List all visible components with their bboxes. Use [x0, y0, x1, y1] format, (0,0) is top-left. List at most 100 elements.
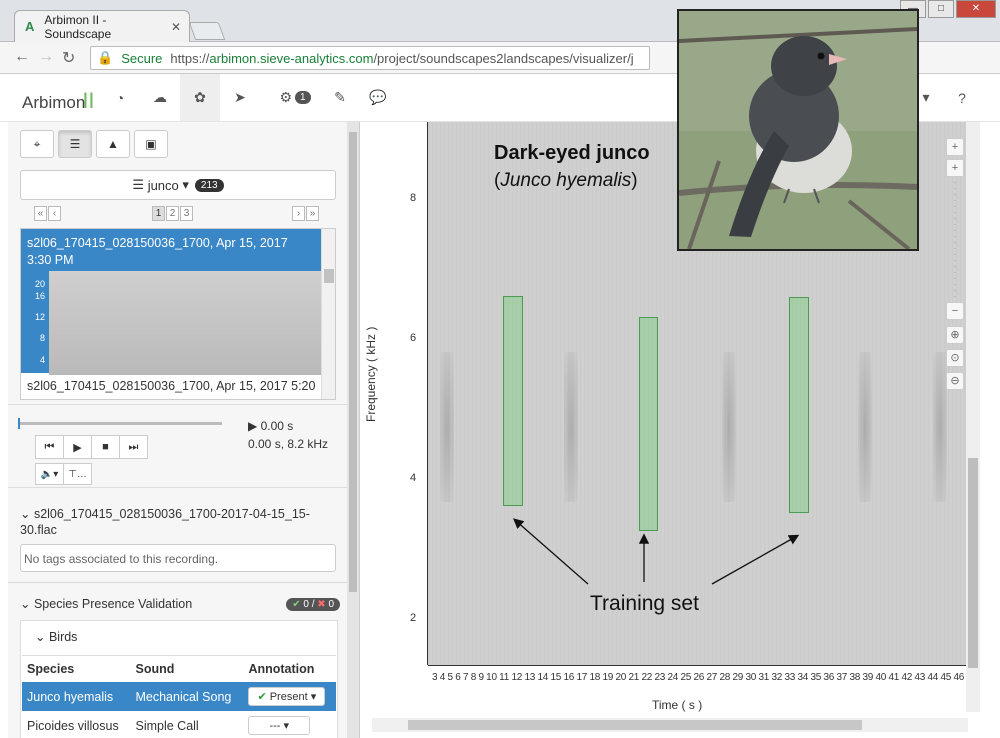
- caret-down-icon: ▾: [178, 177, 189, 192]
- url-input[interactable]: 🔒 Secure https://arbimon.sieve-analytics…: [90, 46, 650, 70]
- recording-thumbnail[interactable]: [49, 271, 321, 375]
- y-tick: 4: [410, 472, 417, 484]
- thumb-tick: 8: [39, 333, 45, 343]
- y-axis: [420, 122, 428, 665]
- validation-title: Species Presence Validation: [33, 597, 193, 611]
- present-count: 0: [303, 599, 309, 610]
- playlist-count-badge: 213: [194, 178, 224, 192]
- comments-nav-icon[interactable]: 💬: [358, 74, 398, 121]
- annotation-value: ---: [269, 720, 281, 732]
- new-tab-button[interactable]: [188, 22, 226, 40]
- add-icon[interactable]: +: [946, 138, 964, 156]
- page-1-button[interactable]: 1: [152, 206, 165, 221]
- training-roi[interactable]: [638, 317, 659, 531]
- stop-icon[interactable]: ■: [91, 435, 120, 459]
- junco-illustration: [679, 11, 917, 249]
- next-page-icon[interactable]: ›: [292, 206, 305, 221]
- last-page-icon[interactable]: »: [306, 206, 319, 221]
- skip-back-icon[interactable]: ⏮: [35, 435, 64, 459]
- annotation-dropdown[interactable]: ✔ Present ▾: [248, 687, 326, 706]
- scroll-thumb[interactable]: [324, 269, 334, 283]
- species-cell: Picoides villosus: [27, 718, 119, 733]
- scroll-thumb[interactable]: [408, 720, 862, 730]
- magnify-icon[interactable]: ⊙: [946, 349, 964, 367]
- col-annotation: Annotation: [243, 655, 336, 682]
- crop-icon[interactable]: ▣: [134, 130, 168, 158]
- list-icon[interactable]: ☰: [58, 130, 92, 158]
- maximize-icon[interactable]: □: [928, 0, 954, 18]
- training-roi[interactable]: [503, 296, 523, 506]
- chevron-down-icon: ⌄: [35, 630, 49, 644]
- dashboard-nav-icon[interactable]: ◔: [100, 74, 140, 121]
- species-validation-header[interactable]: ⌄ Species Presence Validation ✔ 0 / ✖ 0: [20, 596, 340, 611]
- reload-icon[interactable]: ↻: [62, 48, 75, 68]
- tab-title: Arbimon II - Soundscape: [44, 12, 112, 41]
- playlist-selector-button[interactable]: ☰ junco ▾ 213: [20, 170, 336, 200]
- thumb-tick: 12: [34, 312, 45, 322]
- forward-icon[interactable]: →: [38, 48, 54, 66]
- settings-nav-icon[interactable]: ✎: [320, 74, 360, 121]
- skip-forward-icon[interactable]: ⏭: [119, 435, 148, 459]
- brand-logo[interactable]: ArbimonII: [22, 88, 95, 114]
- zoom-in-icon[interactable]: +: [946, 159, 964, 177]
- first-page-icon[interactable]: «: [34, 206, 47, 221]
- y-tick: 8: [410, 192, 417, 204]
- table-row[interactable]: Picoides villosus Simple Call --- ▾: [22, 711, 336, 738]
- absent-count: 0: [328, 599, 334, 610]
- scroll-thumb[interactable]: [349, 132, 357, 592]
- back-icon[interactable]: ←: [14, 48, 30, 66]
- page-3-button[interactable]: 3: [180, 206, 193, 221]
- scroll-thumb[interactable]: [968, 458, 978, 668]
- chevron-down-icon: ⌄: [20, 507, 34, 521]
- col-species: Species: [22, 655, 131, 682]
- x-tick-labels: 3 4 5 6 7 8 9 10 11 12 13 14 15 16 17 18…: [432, 672, 966, 683]
- zoom-out-icon[interactable]: −: [946, 302, 964, 320]
- send-nav-icon[interactable]: ➤: [220, 74, 260, 121]
- annotation-dropdown[interactable]: --- ▾: [248, 716, 311, 735]
- audio-options-buttons: 🔈▾ ⊤…: [35, 463, 92, 485]
- y-tick: 2: [410, 612, 417, 624]
- close-window-icon[interactable]: ✕: [956, 0, 996, 18]
- volume-icon[interactable]: 🔈▾: [35, 463, 64, 485]
- recording-item[interactable]: s2l06_170415_028150036_1700, Apr 15, 201…: [27, 379, 315, 393]
- recording-file-name[interactable]: ⌄ s2l06_170415_028150036_1700-2017-04-15…: [20, 506, 340, 538]
- magnify-plus-icon[interactable]: ⊕: [946, 326, 964, 344]
- jobs-nav-icon[interactable]: ⚙ 1: [270, 74, 320, 121]
- close-tab-icon[interactable]: ✕: [171, 20, 181, 34]
- brand-name: Arbimon: [22, 93, 86, 112]
- recording-list-scrollbar[interactable]: [321, 229, 335, 399]
- birds-group-panel: ⌄ Birds Species Sound Annotation Junco h…: [20, 620, 338, 738]
- file-name-text: s2l06_170415_028150036_1700-2017-04-15_1…: [20, 507, 310, 537]
- annotation-cell: --- ▾: [243, 711, 336, 738]
- map-pin-icon[interactable]: ⌖: [20, 130, 54, 158]
- left-panel-scrollbar[interactable]: [347, 122, 359, 738]
- audio-player: ▶ 0.00 s 0.00 s, 8.2 kHz ⏮ ▶ ■ ⏭ 🔈▾ ⊤…: [8, 404, 348, 488]
- birds-group-header[interactable]: ⌄ Birds: [35, 629, 77, 644]
- browser-tab[interactable]: A Arbimon II - Soundscape ✕: [14, 10, 190, 42]
- zoom-slider[interactable]: [954, 182, 956, 302]
- upload-nav-icon[interactable]: ☁: [140, 74, 180, 121]
- help-icon[interactable]: ?: [942, 74, 982, 121]
- magnify-minus-icon[interactable]: ⊖: [946, 372, 964, 390]
- group-label: Birds: [48, 630, 78, 644]
- thumb-freq-axis: 20 16 12 8 4: [21, 271, 49, 375]
- playback-knob[interactable]: [18, 418, 20, 429]
- play-icon[interactable]: ▶: [63, 435, 92, 459]
- page-2-button[interactable]: 2: [166, 206, 179, 221]
- check-icon: ✔: [292, 599, 301, 610]
- secure-label: Secure: [121, 50, 163, 66]
- playback-progress-bar[interactable]: [18, 418, 222, 429]
- url-text: https://arbimon.sieve-analytics.com/proj…: [170, 51, 633, 66]
- tags-input[interactable]: No tags associated to this recording.: [20, 544, 336, 572]
- vertical-scrollbar[interactable]: [966, 122, 980, 712]
- filter-icon[interactable]: ⊤…: [63, 463, 92, 485]
- visualizer-nav-icon[interactable]: ✿: [180, 74, 220, 121]
- prev-page-icon[interactable]: ‹: [48, 206, 61, 221]
- y-axis-label: Frequency ( kHz ): [364, 326, 378, 422]
- url-path: /project/soundscapes2landscapes/visualiz…: [373, 50, 634, 66]
- area-chart-icon[interactable]: ▲: [96, 130, 130, 158]
- training-roi[interactable]: [789, 297, 809, 513]
- table-row[interactable]: Junco hyemalis Mechanical Song ✔ Present…: [22, 682, 336, 711]
- transport-buttons: ⏮ ▶ ■ ⏭: [35, 435, 148, 459]
- horizontal-scrollbar[interactable]: [372, 718, 968, 732]
